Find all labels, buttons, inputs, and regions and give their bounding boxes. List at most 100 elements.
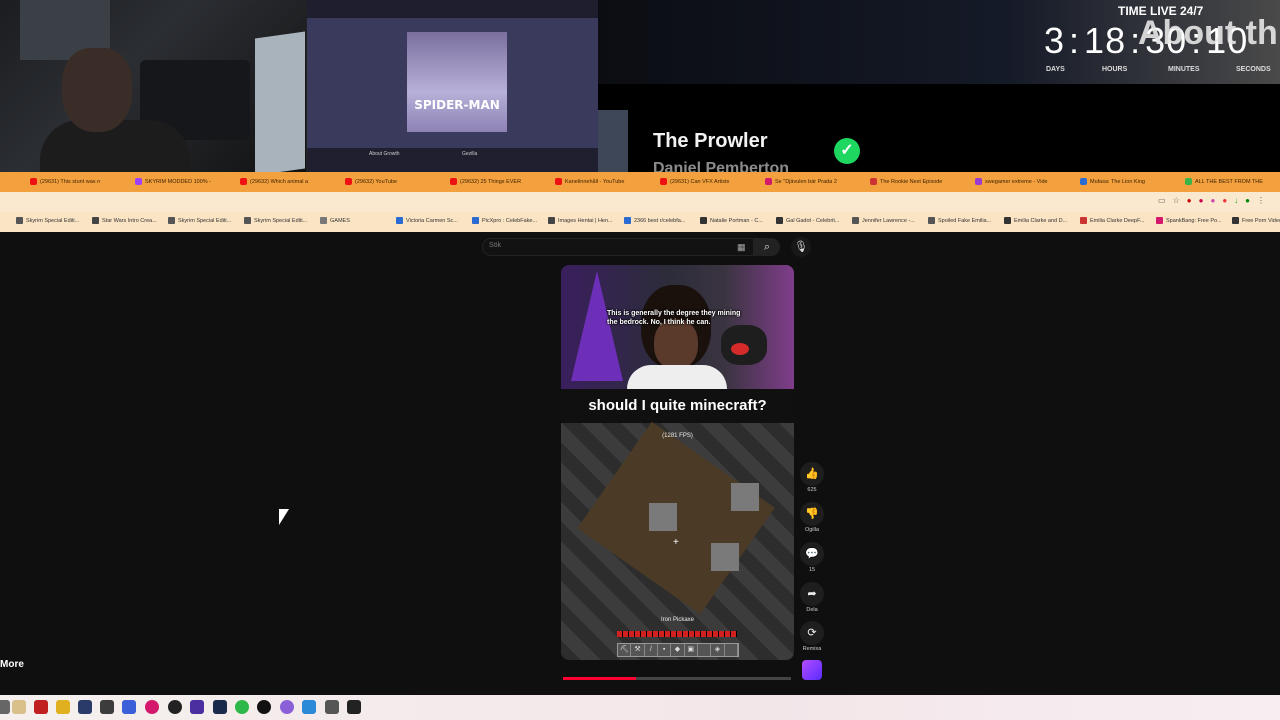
remix-action[interactable]: ⟳ Remixa [800, 621, 824, 652]
app-icon[interactable] [347, 700, 361, 714]
bookmark-item[interactable]: Star Wars Intro Crea... [92, 217, 157, 224]
browser-tab[interactable]: (29631) This stunt was n [30, 176, 100, 188]
share-icon[interactable]: ➦ [800, 582, 824, 606]
like-action[interactable]: 👍 625 [800, 462, 824, 493]
short-video-player[interactable]: This is generally the degree they mining… [561, 265, 794, 660]
bookmark-item[interactable]: Spoiled Fake Emilia... [928, 217, 991, 224]
hotbar-slot [725, 644, 738, 656]
app-icon[interactable] [100, 700, 114, 714]
search-icon: ⌕ [763, 241, 771, 253]
remix-icon[interactable]: ⟳ [800, 621, 824, 645]
browser-tab[interactable]: Kanelinnehåll - YouTube [555, 176, 624, 188]
browser-tab[interactable]: The Rookie Next Episode [870, 176, 942, 188]
app-icon[interactable] [302, 700, 316, 714]
app-icon[interactable] [145, 700, 159, 714]
extension-icon[interactable]: ● [1187, 196, 1199, 205]
bookmark-item[interactable]: Victoria Carmen Sc... [396, 217, 458, 224]
bookmark-item[interactable]: Skyrim Special Editi... [16, 217, 79, 224]
star-icon[interactable]: ☆ [1173, 196, 1187, 205]
video-subtitle: This is generally the degree they mining… [607, 310, 741, 326]
bookmark-item[interactable]: Images Hentai | Hen... [548, 217, 613, 224]
comment-action[interactable]: 💬 15 [800, 542, 824, 573]
extension-icon[interactable]: ● [1199, 196, 1211, 205]
browser-tab[interactable]: (29632) YouTube [345, 176, 397, 188]
bookmark-item[interactable]: Skyrim Special Editi... [168, 217, 231, 224]
voice-search-button[interactable]: 🎙 [791, 237, 811, 257]
bookmark-favicon-icon [16, 217, 23, 224]
tab-favicon-icon [555, 178, 562, 186]
toolbar-icons: ▭☆●●●●↓●⋮ [1158, 196, 1272, 205]
track-artist: Daniel Pemberton [653, 160, 790, 172]
browser-tab[interactable]: (29632) Which animal a [240, 176, 308, 188]
app-icon[interactable] [122, 700, 136, 714]
keyboard-icon[interactable]: ▦ [737, 242, 746, 253]
app-icon[interactable] [190, 700, 204, 714]
menu-icon[interactable]: ⋮ [1257, 196, 1272, 205]
browser-tab[interactable]: (29632) 25 Things EVER [450, 176, 521, 188]
search-input[interactable]: Sök ▦ [482, 238, 754, 256]
hotbar-slot: ⚒ [631, 644, 645, 656]
tab-label: ALL THE BEST FROM THE [1195, 179, 1263, 185]
unit-days: DAYS [1046, 66, 1065, 73]
hotbar-slot: / [645, 644, 658, 656]
bookmark-item[interactable]: Gal Gadot - Celebrit... [776, 217, 840, 224]
channel-avatar[interactable] [802, 660, 822, 680]
search-button[interactable]: ⌕ [754, 238, 780, 256]
cast-icon[interactable]: ▭ [1158, 196, 1173, 205]
steam-icon[interactable] [168, 700, 182, 714]
thumbs-down-icon[interactable]: 👎 [800, 502, 824, 526]
extension-icon[interactable]: ● [1222, 196, 1234, 205]
bookmark-label: Images Hentai | Hen... [558, 217, 613, 224]
bookmark-item[interactable]: PicXpro : CelebFake... [472, 217, 537, 224]
tab-label: (29632) YouTube [355, 179, 397, 185]
more-link[interactable]: More [0, 659, 24, 670]
photoshop-icon[interactable] [213, 700, 227, 714]
app-icon[interactable] [235, 700, 249, 714]
paint-icon[interactable] [12, 700, 26, 714]
browser-tab[interactable]: SKYRIM MODDED 100% - [135, 176, 211, 188]
bookmark-item[interactable]: Free Porn Videos O... [1232, 217, 1280, 224]
dislike-action[interactable]: 👎 Ogilla [800, 502, 824, 533]
browser-tab[interactable]: ALL THE BEST FROM THE [1185, 176, 1263, 188]
start-icon[interactable] [0, 700, 10, 714]
hotbar-slot: ▪ [658, 644, 672, 656]
address-bar[interactable]: ▭☆●●●●↓●⋮ [0, 192, 1280, 212]
video-progress-bar[interactable] [563, 677, 791, 680]
bookmark-favicon-icon [320, 217, 327, 224]
bookmark-favicon-icon [700, 217, 707, 224]
bookmark-favicon-icon [624, 217, 631, 224]
unit-seconds: SECONDS [1236, 66, 1271, 73]
bookmark-item[interactable]: Emilia Clarke DeepF... [1080, 217, 1144, 224]
app-icon[interactable] [34, 700, 48, 714]
browser-tab[interactable]: Se "Djävulen bär Prada 2 [765, 176, 837, 188]
bookmark-favicon-icon [1080, 217, 1087, 224]
share-action[interactable]: ➦ Dela [800, 582, 824, 613]
extension-icon[interactable]: ● [1210, 196, 1222, 205]
timer-ghost-text: About th [1138, 14, 1278, 52]
browser-tab[interactable]: swegamer extreme - Vide [975, 176, 1048, 188]
tab-favicon-icon [870, 178, 877, 186]
browser-preview: SPIDER-MAN About Growth Gezilla [306, 0, 598, 172]
hotbar-slot: ▣ [685, 644, 698, 656]
bookmark-item[interactable]: SpankBang: Free Po... [1156, 217, 1222, 224]
bookmark-item[interactable]: 2366 best r/celebfa... [624, 217, 685, 224]
bookmark-item[interactable]: Natalie Portman - C... [700, 217, 763, 224]
settings-icon[interactable] [325, 700, 339, 714]
bookmark-item[interactable]: Skyrim Special Editi... [244, 217, 307, 224]
app-icon[interactable] [78, 700, 92, 714]
app-icon[interactable] [280, 700, 294, 714]
folder-icon[interactable] [56, 700, 70, 714]
bookmark-item[interactable]: Jennifer Lawrence -... [852, 217, 915, 224]
tab-favicon-icon [135, 178, 142, 186]
browser-tab[interactable]: Mufasa: The Lion King [1080, 176, 1145, 188]
live-timer: TIME LIVE 24/7 3:18:30:10 About th DAYS … [598, 0, 1280, 84]
comment-icon[interactable]: 💬 [800, 542, 824, 566]
bookmark-label: Natalie Portman - C... [710, 217, 763, 224]
browser-tab[interactable]: (29631) Can VFX Artists [660, 176, 729, 188]
download-icon[interactable]: ↓ [1234, 196, 1245, 205]
bookmark-item[interactable]: Emilia Clarke and D... [1004, 217, 1067, 224]
bookmark-item[interactable]: GAMES [320, 217, 350, 224]
extension-icon[interactable]: ● [1245, 196, 1257, 205]
app-icon[interactable] [257, 700, 271, 714]
thumbs-up-icon[interactable]: 👍 [800, 462, 824, 486]
